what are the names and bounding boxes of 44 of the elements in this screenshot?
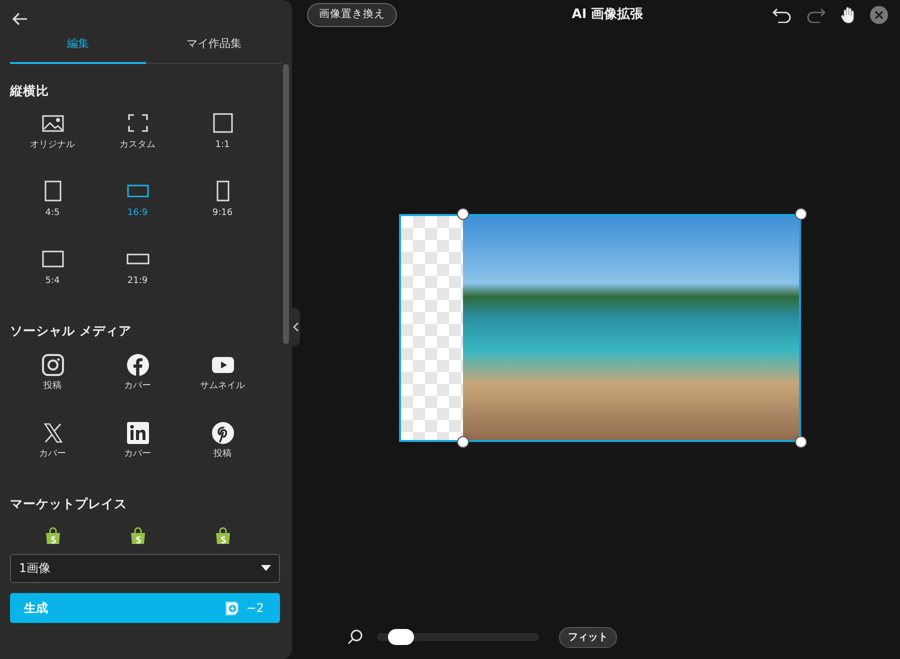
section-heading: 縦横比	[10, 82, 50, 100]
image-frame[interactable]	[399, 214, 801, 442]
aspect-option[interactable]: 投稿	[180, 417, 265, 479]
aspect-option[interactable]: サムネイル	[180, 349, 265, 411]
search-icon[interactable]	[347, 629, 363, 645]
tab[interactable]: 編集	[10, 28, 146, 64]
resize-handle[interactable]	[795, 436, 807, 448]
aspect-option[interactable]: 4:5	[10, 176, 95, 238]
aspect-option[interactable]: 9:16	[180, 176, 265, 238]
resize-handle[interactable]	[457, 208, 469, 220]
aspect-option[interactable]: カバー	[10, 417, 95, 479]
aspect-option[interactable]: カスタム	[95, 108, 180, 170]
credit-shield-icon	[224, 600, 240, 616]
slider-thumb[interactable]	[388, 629, 414, 645]
chevron-left-icon	[293, 322, 299, 332]
scrollbar-thumb[interactable]	[283, 64, 289, 344]
facebook-icon	[126, 353, 150, 377]
image-count-select[interactable]: 1画像	[10, 554, 280, 582]
aspect-option[interactable]: カバー	[95, 417, 180, 479]
pinterest-icon	[210, 421, 234, 445]
aspect-option[interactable]: 5:4	[10, 244, 95, 306]
close-icon[interactable]	[870, 6, 888, 24]
fit-button[interactable]: フィット	[559, 626, 617, 648]
credit-cost: −2	[246, 600, 264, 616]
hand-icon[interactable]	[840, 6, 856, 24]
undo-icon[interactable]	[772, 7, 792, 23]
back-arrow-icon[interactable]	[12, 12, 28, 26]
aspect-option[interactable]: 1:1	[180, 108, 265, 170]
dropdown-caret-icon	[261, 565, 271, 571]
redo-icon[interactable]	[806, 7, 826, 23]
instagram-icon	[40, 353, 64, 377]
aspect-option[interactable]: 21:9	[95, 244, 180, 306]
aspect-option[interactable]: 投稿	[10, 349, 95, 411]
collapse-handle[interactable]	[292, 308, 300, 346]
resize-handle[interactable]	[795, 208, 807, 220]
section-heading: マーケットプレイス	[10, 495, 128, 513]
section-heading: ソーシャル メディア	[10, 322, 132, 340]
linkedin-icon	[126, 421, 150, 445]
aspect-option[interactable]: 16:9	[95, 176, 180, 238]
aspect-option[interactable]: オリジナル	[10, 108, 95, 170]
editor-title: AI 画像拡張	[570, 6, 644, 24]
replace-image-button[interactable]: 画像置き換え	[307, 3, 397, 27]
aspect-option[interactable]: カバー	[95, 349, 180, 411]
tab[interactable]: マイ作品集	[146, 28, 282, 64]
